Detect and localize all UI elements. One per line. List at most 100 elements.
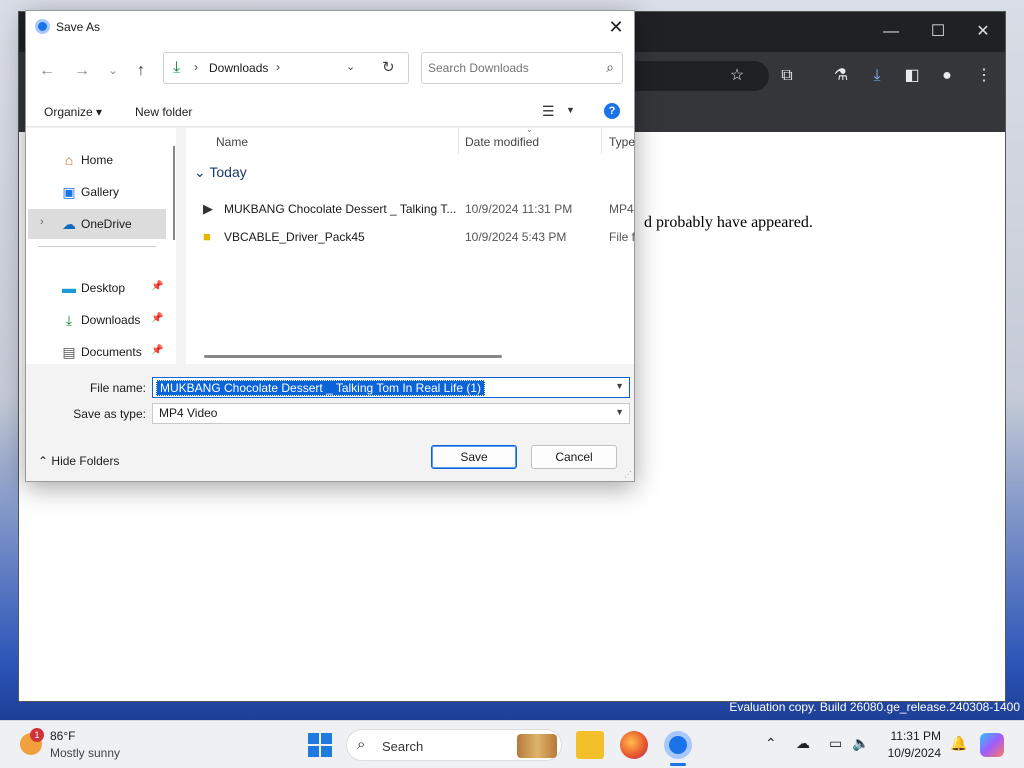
close-icon[interactable]: ✕ bbox=[971, 20, 995, 44]
weather-temperature[interactable]: 86°F bbox=[50, 729, 75, 743]
pin-icon: 📌 bbox=[151, 345, 164, 356]
cancel-button[interactable]: Cancel bbox=[531, 445, 617, 469]
minimize-icon[interactable]: — bbox=[879, 20, 903, 44]
page-body-text: d probably have appeared. bbox=[644, 214, 813, 231]
recent-locations-icon[interactable]: ⌄ bbox=[102, 60, 124, 82]
notification-badge: 1 bbox=[30, 728, 44, 742]
chrome-icon bbox=[35, 19, 50, 34]
dialog-close-icon[interactable]: ✕ bbox=[604, 15, 628, 39]
start-windows-icon[interactable] bbox=[308, 733, 332, 757]
chevron-up-icon: ⌃ bbox=[38, 454, 49, 468]
search-input[interactable] bbox=[428, 59, 588, 77]
save-type-row: Save as type: MP4 Video ▼ bbox=[26, 403, 634, 425]
column-date-header[interactable]: Date modified bbox=[465, 133, 539, 155]
nav-item-desktop[interactable]: ▬ Desktop 📌 bbox=[28, 273, 166, 303]
column-separator[interactable] bbox=[601, 128, 602, 154]
nav-item-gallery[interactable]: ▣ Gallery bbox=[28, 177, 166, 207]
breadcrumb-downloads[interactable]: Downloads bbox=[209, 61, 268, 75]
resize-grip-icon[interactable]: ⋰ bbox=[624, 470, 632, 479]
maximize-icon[interactable]: ☐ bbox=[926, 20, 950, 44]
chevron-right-icon[interactable]: › bbox=[276, 60, 280, 74]
chevron-down-icon[interactable]: ▼ bbox=[615, 381, 624, 391]
refresh-icon[interactable]: ↻ bbox=[382, 58, 395, 76]
volume-icon[interactable]: 🔈 bbox=[852, 735, 869, 752]
cloud-offline-icon[interactable]: ☁ bbox=[796, 735, 810, 752]
profile-icon[interactable]: ● bbox=[937, 66, 957, 86]
search-icon: ⌕ bbox=[357, 736, 366, 753]
column-separator[interactable] bbox=[458, 128, 459, 154]
firefox-icon[interactable] bbox=[620, 731, 648, 759]
file-date: 10/9/2024 11:31 PM bbox=[465, 202, 573, 216]
nav-item-documents[interactable]: ▤ Documents 📌 bbox=[28, 337, 166, 367]
file-row[interactable]: ▶ MUKBANG Chocolate Dessert _ Talking T.… bbox=[196, 196, 636, 222]
chrome-icon[interactable] bbox=[664, 731, 692, 759]
nav-item-onedrive[interactable]: › ☁ OneDrive bbox=[28, 209, 166, 239]
file-list: Name ⌄ Date modified Type ⌄ Today ▶ MUKB… bbox=[186, 125, 636, 364]
column-name-header[interactable]: Name bbox=[216, 133, 248, 155]
chevron-right-icon[interactable]: › bbox=[194, 60, 198, 74]
address-dropdown-icon[interactable]: ⌄ bbox=[346, 60, 355, 73]
column-type-header[interactable]: Type bbox=[609, 133, 635, 155]
chevron-down-icon[interactable]: ▼ bbox=[615, 407, 624, 417]
cloud-icon: ☁ bbox=[62, 216, 76, 232]
extensions-icon[interactable]: ⧉ bbox=[777, 66, 797, 86]
file-row[interactable]: ■ VBCABLE_Driver_Pack45 10/9/2024 5:43 P… bbox=[196, 224, 636, 250]
file-name-value[interactable]: MUKBANG Chocolate Dessert _ Talking Tom … bbox=[156, 380, 486, 396]
file-explorer-icon[interactable] bbox=[576, 731, 604, 759]
group-header-today[interactable]: ⌄ Today bbox=[194, 164, 247, 181]
save-as-dialog: Save As ✕ ← → ⌄ ↑ ⤓ › Downloads › ⌄ ↻ ⌕ … bbox=[25, 10, 635, 482]
nav-scrollbar[interactable] bbox=[173, 146, 175, 240]
network-icon[interactable]: ▭ bbox=[829, 735, 842, 752]
nav-item-label: Gallery bbox=[81, 185, 120, 199]
file-date: 10/9/2024 5:43 PM bbox=[465, 230, 567, 244]
new-folder-button[interactable]: New folder bbox=[135, 105, 192, 119]
notification-bell-icon[interactable]: 🔔 bbox=[950, 735, 967, 752]
navigation-pane: ⌂ Home ▣ Gallery › ☁ OneDrive ▬ Desktop … bbox=[26, 128, 176, 364]
horizontal-scrollbar[interactable] bbox=[204, 355, 502, 358]
file-name: MUKBANG Chocolate Dessert _ Talking T... bbox=[224, 202, 457, 216]
bookmark-star-icon[interactable]: ☆ bbox=[727, 66, 747, 86]
search-icon[interactable]: ⌕ bbox=[606, 59, 614, 76]
nav-item-label: OneDrive bbox=[81, 217, 132, 231]
command-bar: Organize ▾ New folder ☰ ▼ ? bbox=[26, 97, 634, 127]
file-name-row: File name: MUKBANG Chocolate Dessert _ T… bbox=[26, 377, 634, 399]
navigation-row: ← → ⌄ ↑ ⤓ › Downloads › ⌄ ↻ ⌕ bbox=[26, 43, 634, 97]
evaluation-watermark: Evaluation copy. Build 26080.ge_release.… bbox=[729, 700, 1020, 714]
clock-date[interactable]: 10/9/2024 bbox=[881, 746, 941, 760]
home-icon: ⌂ bbox=[64, 152, 74, 168]
view-dropdown-icon[interactable]: ▼ bbox=[566, 105, 575, 115]
show-hidden-icons-chevron-icon[interactable]: ⌃ bbox=[765, 735, 777, 752]
organize-button[interactable]: Organize ▾ bbox=[44, 105, 102, 119]
nav-item-downloads[interactable]: ⤓ Downloads 📌 bbox=[28, 305, 166, 335]
save-type-value: MP4 Video bbox=[159, 406, 218, 420]
save-type-select[interactable]: MP4 Video ▼ bbox=[152, 403, 630, 424]
file-name-field[interactable]: MUKBANG Chocolate Dessert _ Talking Tom … bbox=[152, 377, 630, 398]
organize-label: Organize bbox=[44, 105, 93, 119]
hide-folders-label: Hide Folders bbox=[51, 454, 120, 468]
back-icon[interactable]: ← bbox=[36, 60, 58, 82]
labs-flask-icon[interactable]: ⚗ bbox=[831, 66, 851, 86]
expand-chevron-icon[interactable]: › bbox=[40, 216, 44, 228]
save-button[interactable]: Save bbox=[431, 445, 517, 469]
document-icon: ▤ bbox=[62, 344, 76, 360]
downloads-icon[interactable]: ⤓ bbox=[867, 66, 887, 86]
address-breadcrumb[interactable]: ⤓ › Downloads › ⌄ ↻ bbox=[163, 52, 409, 84]
taskbar-search[interactable]: ⌕ Search bbox=[346, 729, 562, 761]
save-type-label: Save as type: bbox=[73, 407, 146, 421]
nav-item-label: Home bbox=[81, 153, 114, 167]
nav-item-home[interactable]: ⌂ Home bbox=[28, 145, 166, 175]
file-name: VBCABLE_Driver_Pack45 bbox=[224, 230, 365, 244]
menu-dots-icon[interactable]: ⋮ bbox=[974, 66, 994, 86]
search-box[interactable]: ⌕ bbox=[421, 52, 623, 84]
view-list-icon[interactable]: ☰ bbox=[542, 103, 555, 120]
copilot-icon[interactable] bbox=[980, 733, 1004, 757]
side-panel-icon[interactable]: ◧ bbox=[902, 66, 922, 86]
weather-condition[interactable]: Mostly sunny bbox=[50, 746, 120, 760]
search-highlight-icon bbox=[517, 734, 557, 758]
hide-folders-button[interactable]: ⌃ Hide Folders bbox=[38, 454, 119, 468]
up-folder-icon[interactable]: ↑ bbox=[130, 60, 152, 82]
help-icon[interactable]: ? bbox=[604, 103, 620, 119]
clock-time[interactable]: 11:31 PM bbox=[885, 729, 941, 743]
nav-divider bbox=[38, 246, 156, 247]
forward-icon[interactable]: → bbox=[71, 60, 93, 82]
